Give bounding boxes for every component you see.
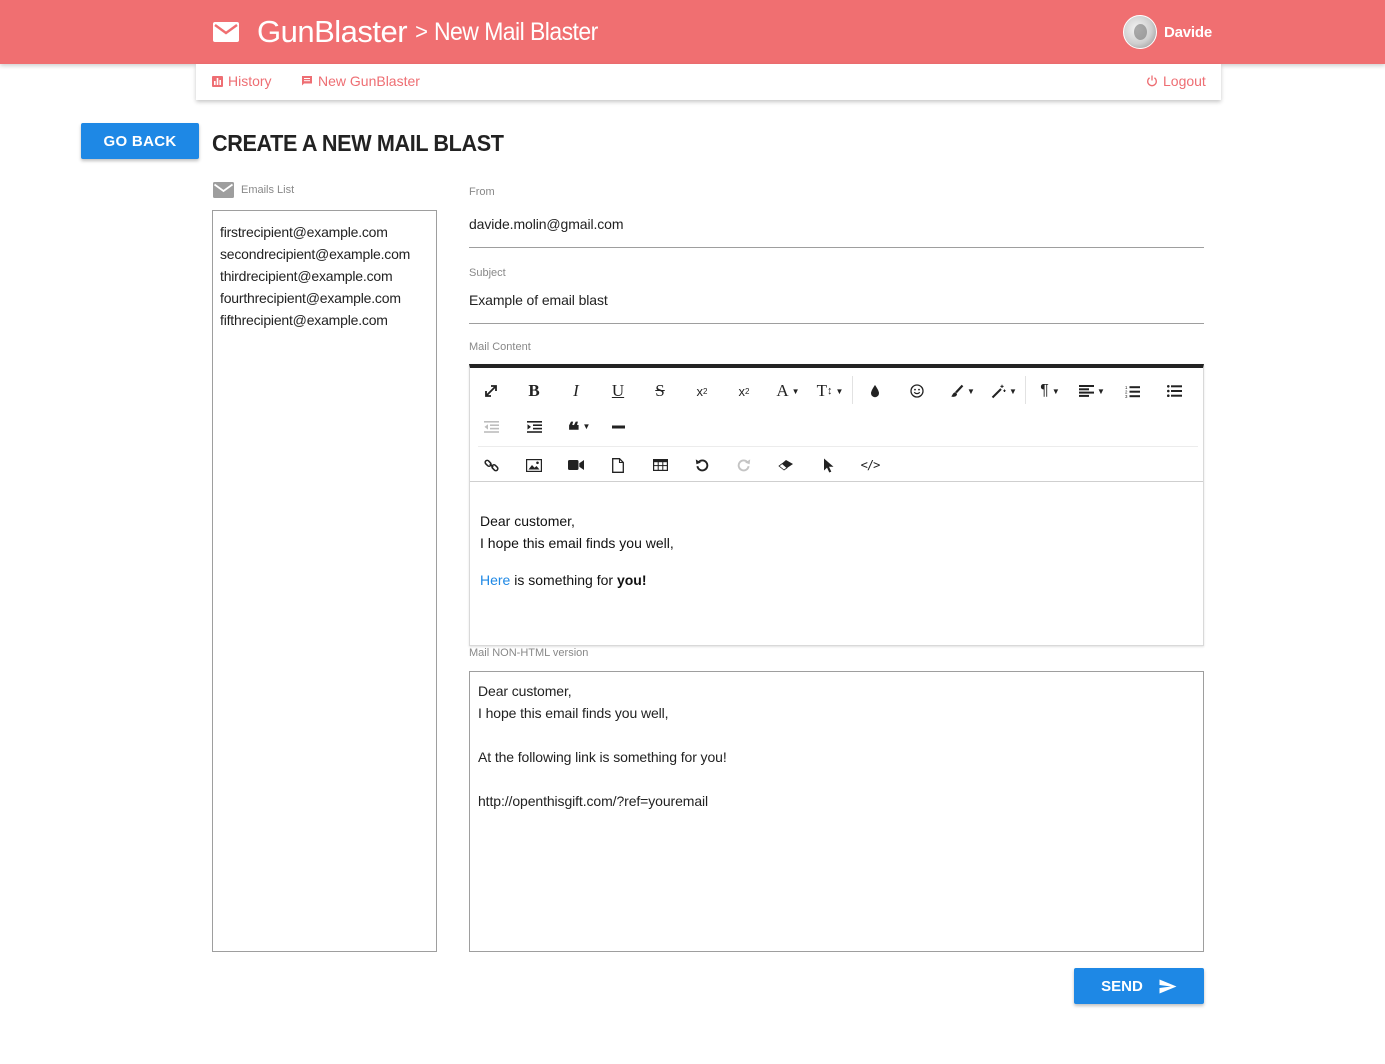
plain-version-label: Mail NON-HTML version <box>469 647 589 659</box>
user-name[interactable]: Davide <box>1164 24 1212 41</box>
nav-new-gunblaster-label[interactable]: New GunBlaster <box>318 73 420 89</box>
user-menu[interactable]: Davide <box>1123 15 1212 49</box>
subject-field[interactable]: Example of email blast <box>469 292 608 308</box>
from-underline <box>469 247 1204 248</box>
subscript-icon[interactable]: x2 <box>687 378 717 404</box>
color-icon[interactable] <box>860 378 890 404</box>
logout-link[interactable]: Logout <box>1146 73 1206 89</box>
editor-greeting: Dear customer, <box>480 513 575 529</box>
plain-line <box>478 768 1195 790</box>
page-breadcrumb: New Mail Blaster <box>433 17 598 46</box>
power-icon <box>1147 75 1157 87</box>
plain-text-textarea[interactable]: Dear customer, I hope this email finds y… <box>469 671 1204 952</box>
outdent-icon[interactable] <box>476 414 506 440</box>
rich-text-editor: B I U S x2 x2 A ▼ T ↕ ▼ ▼ ▼ ¶ ▼ ▼ 123 ❝ … <box>469 364 1204 646</box>
mail-content-label: Mail Content <box>469 341 531 353</box>
avatar[interactable] <box>1123 15 1157 49</box>
email-line: secondrecipient@example.com <box>220 246 411 262</box>
editor-toolbar: B I U S x2 x2 A ▼ T ↕ ▼ ▼ ▼ ¶ ▼ ▼ 123 ❝ … <box>470 368 1203 482</box>
emails-list-label: Emails List <box>213 182 294 198</box>
go-back-button[interactable]: GO BACK <box>81 123 199 159</box>
send-label: SEND <box>1101 977 1143 995</box>
redo-icon[interactable] <box>729 452 759 478</box>
send-icon <box>1159 979 1177 993</box>
video-icon[interactable] <box>561 452 591 478</box>
plain-line: http://openthisgift.com/?ref=youremail <box>478 793 709 809</box>
strikethrough-icon[interactable]: S <box>645 378 675 404</box>
nav-history-link[interactable]: History <box>212 73 272 89</box>
breadcrumb-separator: > <box>415 19 428 44</box>
logout-label[interactable]: Logout <box>1163 73 1206 89</box>
email-line: firstrecipient@example.com <box>220 224 388 240</box>
select-all-icon[interactable] <box>813 452 843 478</box>
bar-chart-icon <box>212 75 223 87</box>
toolbar-divider <box>852 376 853 404</box>
file-icon[interactable] <box>603 452 633 478</box>
nav-new-gunblaster-link[interactable]: New GunBlaster <box>301 73 420 89</box>
eraser-icon[interactable] <box>771 452 801 478</box>
italic-icon[interactable]: I <box>561 378 591 404</box>
editor-bold-text: you! <box>616 572 647 588</box>
indent-icon[interactable] <box>519 414 549 440</box>
from-field[interactable]: davide.molin@gmail.com <box>469 216 624 232</box>
font-family-icon[interactable]: A ▼ <box>768 378 808 404</box>
quote-icon[interactable]: ❝ ▼ <box>559 414 599 442</box>
send-button[interactable]: SEND <box>1074 968 1204 1004</box>
plain-line: At the following link is something for y… <box>478 749 727 765</box>
subject-underline <box>469 323 1204 324</box>
editor-line-2: I hope this email finds you well, <box>480 535 674 551</box>
superscript-icon[interactable]: x2 <box>729 378 759 404</box>
editor-link[interactable]: Here <box>480 572 510 588</box>
email-line: fifthrecipient@example.com <box>220 312 388 328</box>
magic-wand-icon[interactable]: ▼ <box>984 378 1024 404</box>
editor-line-3: Here is something for you! <box>480 569 674 591</box>
toolbar-row-divider <box>478 446 1198 447</box>
plain-line <box>478 724 1195 746</box>
subject-label: Subject <box>469 267 506 279</box>
unordered-list-icon[interactable] <box>1159 378 1189 404</box>
image-icon[interactable] <box>519 452 549 478</box>
font-size-icon[interactable]: T ↕ ▼ <box>810 378 850 404</box>
message-icon <box>302 76 312 86</box>
brand: GunBlaster > New Mail Blaster <box>213 12 612 52</box>
horizontal-rule-icon[interactable] <box>603 414 633 440</box>
nav-history-label[interactable]: History <box>228 73 272 89</box>
editor-middle-text: is something for <box>510 572 617 588</box>
emails-list-textarea[interactable]: firstrecipient@example.com secondrecipie… <box>212 210 437 952</box>
undo-icon[interactable] <box>687 452 717 478</box>
secondary-nav: History New GunBlaster Logout <box>196 64 1221 100</box>
from-label: From <box>469 186 495 198</box>
toolbar-divider <box>1025 376 1026 404</box>
editor-content-area[interactable]: Dear customer, I hope this email finds y… <box>480 510 674 591</box>
fullscreen-icon[interactable] <box>476 378 506 404</box>
plain-line: Dear customer, <box>478 683 572 699</box>
ordered-list-icon[interactable]: 123 <box>1117 378 1147 404</box>
svg-text:3: 3 <box>1125 394 1128 398</box>
paragraph-icon[interactable]: ¶ ▼ <box>1030 378 1070 404</box>
emoticon-icon[interactable] <box>902 378 932 404</box>
align-icon[interactable]: ▼ <box>1072 378 1112 404</box>
link-icon[interactable] <box>476 452 506 478</box>
app-name[interactable]: GunBlaster <box>257 14 408 50</box>
emails-list-label-text: Emails List <box>241 184 295 196</box>
envelope-icon <box>213 182 234 198</box>
table-icon[interactable] <box>645 452 675 478</box>
page-title: CREATE A NEW MAIL BLAST <box>212 130 504 156</box>
code-view-icon[interactable]: </> <box>855 452 885 478</box>
top-app-bar: GunBlaster > New Mail Blaster Davide <box>0 0 1385 64</box>
plain-line: I hope this email finds you well, <box>478 705 669 721</box>
email-line: fourthrecipient@example.com <box>220 290 401 306</box>
bold-icon[interactable]: B <box>519 378 549 404</box>
email-line: thirdrecipient@example.com <box>220 268 393 284</box>
paint-brush-icon[interactable]: ▼ <box>942 378 982 404</box>
mail-icon <box>213 22 239 42</box>
underline-icon[interactable]: U <box>603 378 633 404</box>
